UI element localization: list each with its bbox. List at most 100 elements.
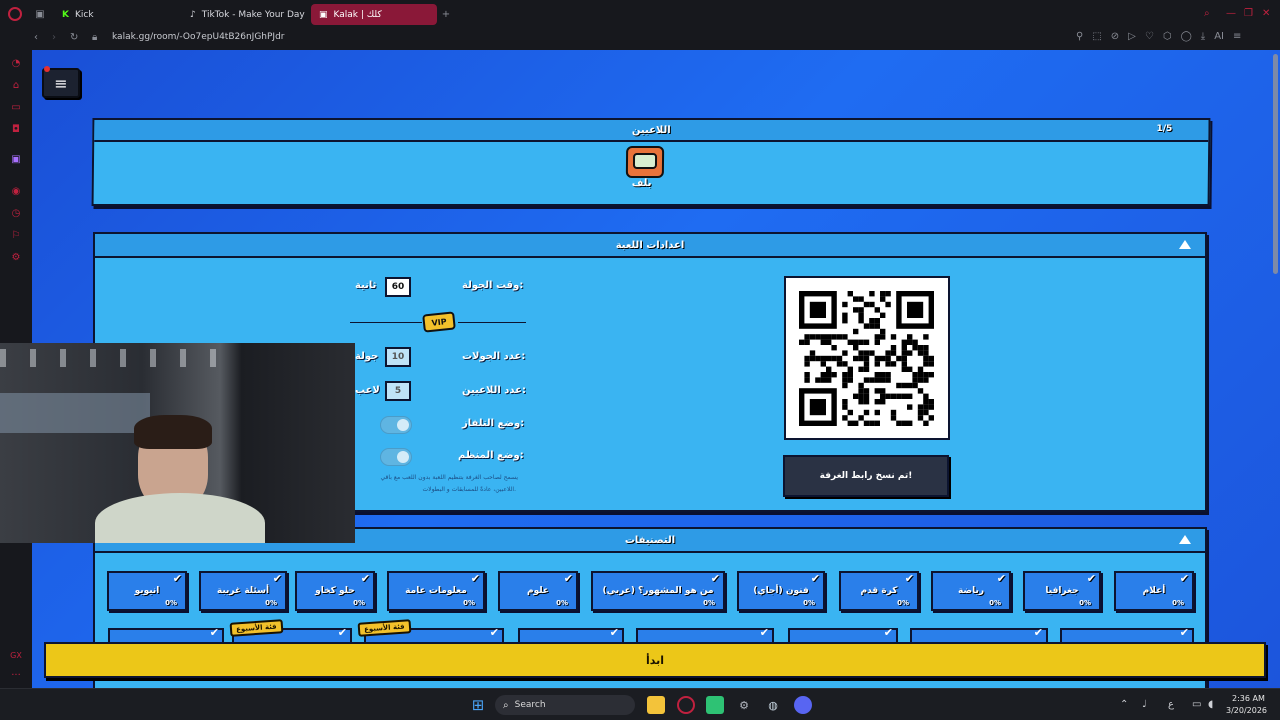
- players-count-unit: لاعب: [355, 385, 380, 396]
- maximize-button[interactable]: ❐: [1244, 8, 1253, 19]
- play-icon[interactable]: ▷: [1128, 31, 1136, 42]
- players-count-input[interactable]: 5: [385, 381, 411, 401]
- category-label: رياضة: [957, 586, 985, 596]
- category-progress: 0%: [463, 599, 475, 607]
- category-card[interactable]: علوم ✔ 0%: [498, 571, 578, 611]
- heart-icon[interactable]: ♡: [1145, 31, 1154, 42]
- category-label: علوم: [526, 586, 550, 596]
- snapshot-icon[interactable]: ⬚: [1092, 31, 1101, 42]
- check-icon: ✔: [272, 572, 282, 585]
- more-icon[interactable]: ···: [9, 668, 23, 682]
- back-icon[interactable]: ‹: [34, 32, 38, 43]
- speed-dial-icon[interactable]: ◔: [9, 56, 23, 70]
- language-indicator[interactable]: ع: [1168, 699, 1174, 710]
- opera-gx-icon[interactable]: [677, 696, 695, 714]
- category-card[interactable]: ✔: [910, 626, 1048, 642]
- tab-tiktok[interactable]: ♪ TikTok - Make Your Day: [182, 4, 306, 25]
- taskbar-time[interactable]: 2:36 AM: [1232, 694, 1265, 703]
- category-card[interactable]: ✔: [518, 626, 624, 642]
- opera-logo-icon[interactable]: [8, 7, 22, 21]
- category-card[interactable]: ✔: [788, 626, 898, 642]
- category-card[interactable]: فنون (أجاي) ✔ 0%: [737, 571, 825, 611]
- shopping-icon[interactable]: ⌂: [9, 78, 23, 92]
- extensions-icon[interactable]: ⬡: [1163, 31, 1172, 42]
- category-card[interactable]: كرة قدم ✔ 0%: [839, 571, 919, 611]
- rounds-unit: جولة: [355, 351, 379, 362]
- network-icon[interactable]: ▭: [1192, 699, 1201, 710]
- settings-gear-icon[interactable]: ⚙: [735, 696, 753, 714]
- microphone-icon[interactable]: ♩: [1142, 699, 1147, 710]
- url-field[interactable]: kalak.gg/room/-Oo7epU4tB26nJGhPJdr: [112, 32, 285, 42]
- close-window-button[interactable]: ✕: [1262, 8, 1270, 19]
- history-icon[interactable]: ◷: [9, 206, 23, 220]
- tv-mode-toggle[interactable]: [380, 416, 412, 434]
- messenger-icon[interactable]: ▭: [9, 100, 23, 114]
- settings-panel-header[interactable]: اعدادات اللعبة: [95, 234, 1205, 258]
- category-card[interactable]: انيويو ✔ 0%: [107, 571, 187, 611]
- file-explorer-icon[interactable]: [647, 696, 665, 714]
- category-card[interactable]: أسئلة غريبة ✔ 0%: [199, 571, 287, 611]
- organizer-mode-toggle[interactable]: [380, 448, 412, 466]
- category-card[interactable]: ✔: [636, 626, 774, 642]
- check-icon: ✔: [1086, 572, 1096, 585]
- players-count: 1/5: [1156, 124, 1173, 134]
- category-card[interactable]: من هو المشهور؟ (عربي) ✔ 0%: [591, 571, 725, 611]
- lock-icon: 🔒︎: [92, 32, 98, 43]
- tab-kick[interactable]: K Kick: [54, 4, 178, 25]
- hamburger-menu-button[interactable]: ≡: [42, 68, 80, 98]
- instagram-icon[interactable]: ◘: [9, 122, 23, 136]
- check-icon: ✔: [337, 626, 347, 639]
- block-icon[interactable]: ⊘: [1111, 31, 1119, 42]
- category-card[interactable]: حلو كخاو ✔ 0%: [295, 571, 375, 611]
- tab-workspaces-icon[interactable]: ▣: [34, 8, 46, 20]
- webcam-window-light: [0, 393, 150, 433]
- category-label: انيويو: [134, 586, 160, 596]
- collapse-settings-icon[interactable]: [1179, 240, 1191, 249]
- twitch-icon[interactable]: ▣: [9, 152, 23, 166]
- check-icon: ✔: [904, 572, 914, 585]
- category-card[interactable]: ✔: [108, 626, 224, 642]
- reload-icon[interactable]: ↻: [70, 32, 78, 43]
- volume-icon[interactable]: ◖: [1208, 699, 1213, 710]
- rounds-input[interactable]: 10: [385, 347, 411, 367]
- windows-start-icon[interactable]: ⊞: [469, 696, 487, 714]
- tray-chevron-icon[interactable]: ⌃: [1120, 699, 1128, 710]
- collapse-categories-icon[interactable]: [1179, 535, 1191, 544]
- check-icon: ✔: [209, 626, 219, 639]
- category-label: أسئلة غريبة: [216, 586, 270, 596]
- download-icon[interactable]: ⤓: [1201, 31, 1205, 42]
- steam-icon[interactable]: ◍: [764, 696, 782, 714]
- app-green-icon[interactable]: [706, 696, 724, 714]
- category-card[interactable]: رياضة ✔ 0%: [931, 571, 1011, 611]
- pinboard-icon[interactable]: ⚐: [9, 228, 23, 242]
- search-tabs-icon[interactable]: ⌕: [1204, 8, 1210, 19]
- tab-kalak[interactable]: ▣ Kalak | كلك: [311, 4, 437, 25]
- vip-badge: VIP: [422, 311, 456, 333]
- aria-ai-icon[interactable]: AI: [1214, 31, 1224, 42]
- rounds-label: عدد الجولات:: [462, 351, 526, 362]
- taskbar-search[interactable]: ⌕ Search: [495, 695, 635, 715]
- category-card[interactable]: أعلام ✔ 0%: [1114, 571, 1194, 611]
- profile-icon[interactable]: ◯: [1181, 31, 1192, 42]
- forward-icon[interactable]: ›: [52, 32, 56, 43]
- page-scrollbar[interactable]: [1273, 54, 1278, 274]
- player-icon[interactable]: ◉: [9, 184, 23, 198]
- discord-icon[interactable]: [794, 696, 812, 714]
- category-card[interactable]: ✔: [1060, 626, 1194, 642]
- pin-icon[interactable]: ⚲: [1076, 31, 1083, 42]
- category-card[interactable]: معلومات عامة ✔ 0%: [387, 571, 485, 611]
- category-progress: 0%: [165, 599, 177, 607]
- new-tab-button[interactable]: +: [440, 8, 452, 20]
- settings-icon[interactable]: ⚙: [9, 250, 23, 264]
- category-card[interactable]: جغرافيا ✔ 0%: [1023, 571, 1101, 611]
- windows-taskbar: ⊞ ⌕ Search ⚙ ◍ ⌃ ♩ ع ▭ ◖ 2:36 AM 3/20/20…: [0, 688, 1280, 720]
- minimize-button[interactable]: —: [1226, 8, 1236, 19]
- round-time-input[interactable]: 60: [385, 277, 411, 297]
- gx-icon[interactable]: GX: [9, 648, 23, 662]
- copy-room-link-button[interactable]: تم نسخ رابط الغرفة!: [783, 455, 949, 497]
- start-game-button[interactable]: ابدأ: [44, 642, 1266, 678]
- taskbar-date[interactable]: 3/20/2026: [1226, 706, 1267, 715]
- category-label: معلومات عامة: [405, 586, 467, 596]
- menu-icon[interactable]: ≡: [1233, 31, 1241, 42]
- webcam-ceiling-lights: [0, 349, 220, 367]
